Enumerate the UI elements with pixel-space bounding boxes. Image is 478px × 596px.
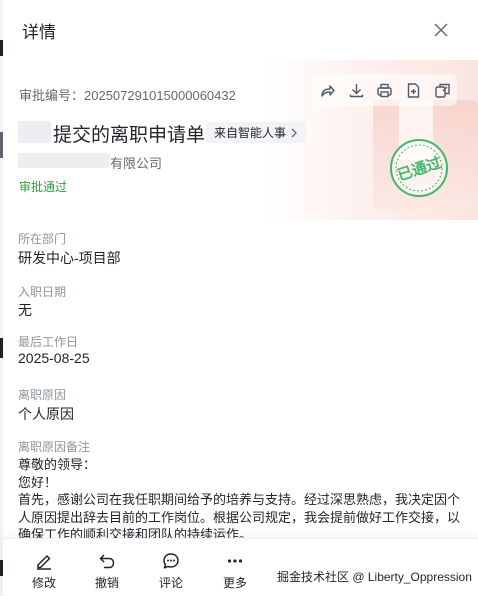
close-button[interactable]	[430, 19, 452, 41]
approval-status: 审批通过	[19, 180, 68, 194]
undo-icon	[99, 554, 115, 569]
download-icon	[349, 83, 363, 97]
source-tag[interactable]: 来自智能人事	[206, 122, 307, 143]
print-icon	[377, 83, 393, 97]
approved-stamp: 已通过	[389, 138, 449, 198]
join-date-value: 无	[18, 302, 32, 318]
reason-label: 离职原因	[18, 388, 67, 402]
reason-note-text: 尊敬的领导： 您好！ 首先，感谢公司在我任职期间给予的培养与支持。经过深思熟虑，…	[18, 456, 463, 538]
approval-number-label: 审批编号：	[19, 88, 85, 103]
comment-label: 评论	[158, 576, 183, 590]
detail-toolbar	[313, 74, 457, 106]
edit-label: 修改	[31, 576, 56, 590]
more-label: 更多	[222, 576, 247, 590]
copy-icon	[435, 83, 450, 98]
action-bar: 修改 撤销 评论 更多 掘金技术社区 @ Liberty_Oppression	[3, 538, 478, 596]
reason-note-label: 离职原因备注	[18, 440, 91, 454]
edit-button[interactable]: 修改	[20, 551, 68, 591]
copy-button[interactable]	[432, 79, 454, 101]
note-line: 您好！	[18, 474, 58, 490]
note-line: 尊敬的领导：	[18, 457, 97, 472]
comment-icon	[163, 553, 179, 569]
close-icon	[434, 23, 448, 37]
last-day-value: 2025-08-25	[18, 350, 90, 366]
approval-number-value: 202507291015000060432	[84, 88, 236, 103]
export-icon	[408, 82, 420, 98]
share-icon	[321, 84, 335, 97]
department-label: 所在部门	[18, 232, 67, 246]
approval-number: 审批编号：202507291015000060432	[19, 85, 236, 104]
department-value: 研发中心-项目部	[18, 250, 121, 266]
join-date-label: 入职日期	[18, 285, 67, 299]
reason-value: 个人原因	[18, 406, 74, 422]
page-title: 详情	[22, 22, 56, 42]
revoke-button[interactable]: 撤销	[83, 551, 131, 591]
source-tag-label: 来自智能人事	[214, 126, 287, 140]
company-name-redacted	[18, 153, 110, 168]
download-button[interactable]	[345, 79, 367, 101]
comment-button[interactable]: 评论	[147, 551, 195, 591]
revoke-label: 撤销	[94, 576, 119, 590]
stamp-icon: 已通过	[390, 139, 448, 197]
watermark-text: 掘金技术社区 @ Liberty_Oppression	[277, 570, 472, 584]
chevron-right-icon	[291, 128, 297, 137]
share-button[interactable]	[316, 79, 338, 101]
export-button[interactable]	[403, 79, 425, 101]
applicant-name-redacted	[18, 121, 51, 143]
edit-icon	[37, 555, 51, 570]
last-day-label: 最后工作日	[18, 335, 79, 349]
note-line: 首先，感谢公司在我任职期间给予的培养与支持。经过深思熟虑，我决定因个人原因提出辞…	[18, 492, 461, 538]
more-icon	[227, 559, 243, 563]
company-name: 有限公司	[110, 156, 163, 171]
application-title: 提交的离职申请单	[53, 125, 206, 146]
detail-header: 详情	[3, 0, 478, 60]
more-button[interactable]: 更多	[211, 551, 259, 591]
print-button[interactable]	[374, 79, 396, 101]
